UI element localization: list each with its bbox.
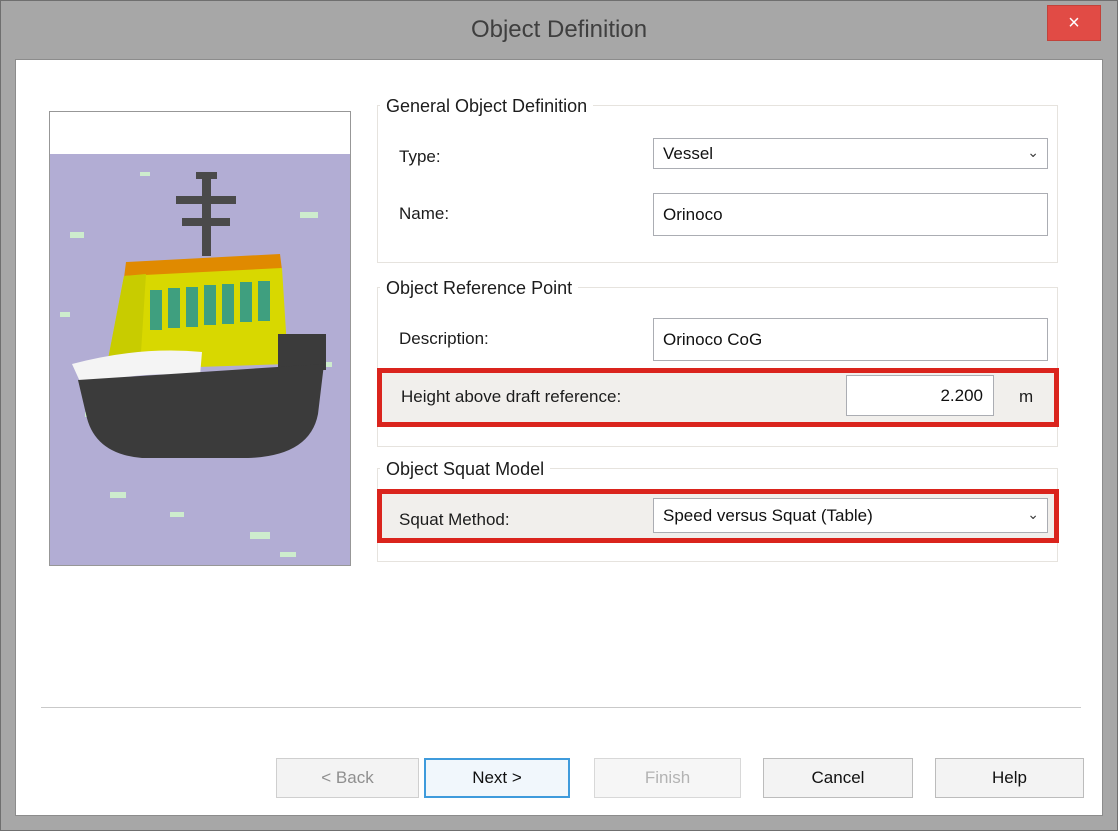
type-dropdown-value: Vessel [663,144,713,164]
chevron-down-icon: ⌄ [1027,507,1039,521]
group-general [377,105,1058,263]
section-heading-squat: Object Squat Model [380,459,550,480]
section-heading-reference: Object Reference Point [380,278,578,299]
next-button[interactable]: Next > [424,758,570,798]
height-unit-label: m [1019,387,1033,407]
preview-sky [50,112,351,154]
description-label: Description: [399,329,489,349]
squat-method-label: Squat Method: [399,510,510,530]
vessel-preview [49,111,351,566]
name-label: Name: [399,204,449,224]
help-button[interactable]: Help [935,758,1084,798]
vessel-preview-image [50,112,351,566]
chevron-down-icon: ⌄ [1027,145,1039,159]
footer-divider [41,707,1081,708]
finish-button[interactable]: Finish [594,758,741,798]
back-button[interactable]: < Back [276,758,419,798]
cancel-button[interactable]: Cancel [763,758,913,798]
squat-method-dropdown[interactable]: Speed versus Squat (Table) ⌄ [653,498,1048,533]
type-dropdown[interactable]: Vessel ⌄ [653,138,1048,169]
close-button[interactable]: × [1047,5,1101,41]
type-label: Type: [399,147,441,167]
section-heading-general: General Object Definition [380,96,593,117]
height-input[interactable] [846,375,994,416]
name-input[interactable] [653,193,1048,236]
dialog-title: Object Definition [1,1,1117,59]
object-definition-dialog: Object Definition × [0,0,1118,831]
title-bar: Object Definition × [1,1,1117,59]
close-icon: × [1068,12,1080,34]
description-input[interactable] [653,318,1048,361]
height-label: Height above draft reference: [401,387,621,407]
squat-method-dropdown-value: Speed versus Squat (Table) [663,506,873,526]
